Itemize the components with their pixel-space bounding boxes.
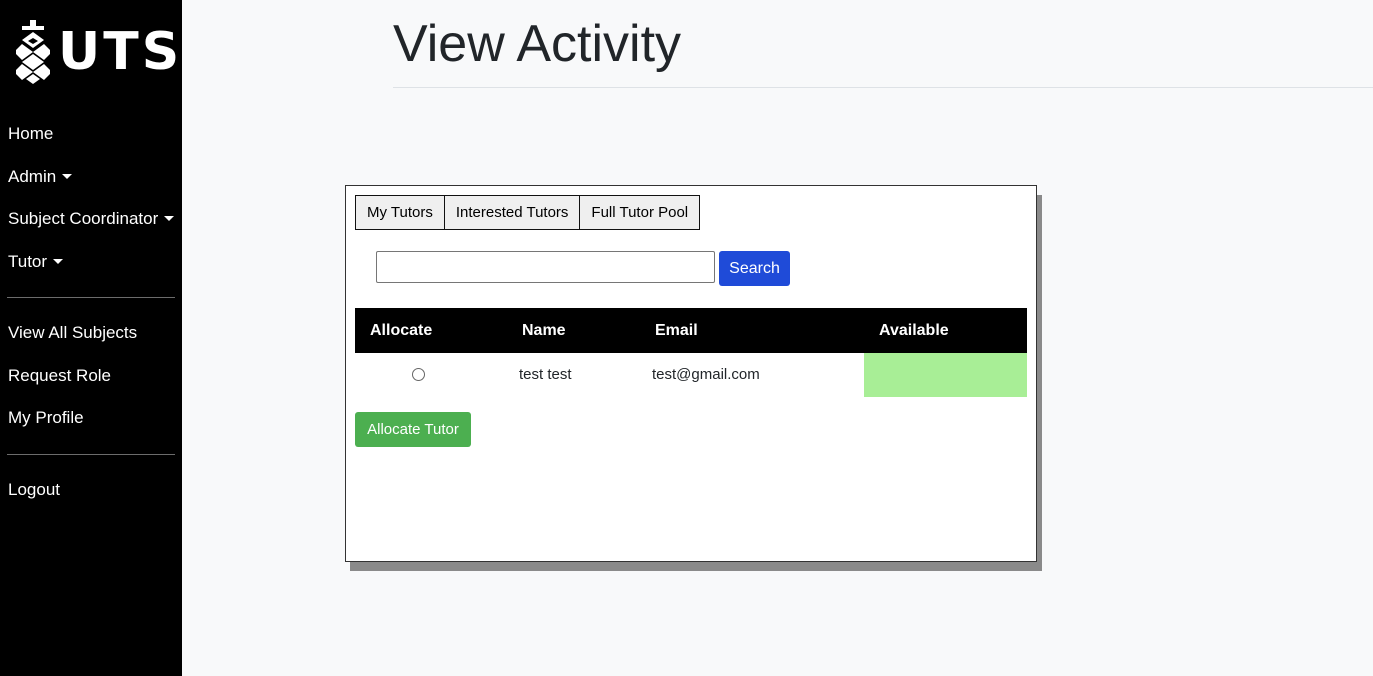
tutor-name: test test bbox=[519, 366, 572, 383]
sidebar-item-label: View All Subjects bbox=[8, 323, 138, 342]
allocate-radio[interactable] bbox=[412, 368, 425, 381]
sidebar: UTS Home Admin Subject Coordinator Tutor… bbox=[0, 0, 182, 676]
sidebar-divider bbox=[7, 297, 175, 298]
sidebar-divider bbox=[7, 453, 175, 455]
sidebar-item-my-profile[interactable]: My Profile bbox=[0, 397, 182, 440]
tab-full-tutor-pool[interactable]: Full Tutor Pool bbox=[579, 195, 701, 230]
search-button[interactable]: Search bbox=[719, 251, 790, 286]
title-divider bbox=[393, 87, 1373, 88]
allocate-tutor-button[interactable]: Allocate Tutor bbox=[355, 412, 471, 447]
table-header: Allocate Name Email Available bbox=[355, 308, 1027, 353]
sidebar-item-logout[interactable]: Logout bbox=[0, 469, 182, 512]
tutor-table: Allocate Name Email Available test test … bbox=[355, 308, 1027, 397]
uts-emblem-icon bbox=[16, 20, 50, 84]
sidebar-item-request-role[interactable]: Request Role bbox=[0, 355, 182, 398]
sidebar-item-subject-coordinator[interactable]: Subject Coordinator bbox=[0, 198, 182, 241]
sidebar-item-home[interactable]: Home bbox=[0, 113, 182, 156]
column-header-name: Name bbox=[522, 322, 566, 339]
caret-down-icon bbox=[62, 173, 73, 179]
search-input[interactable] bbox=[376, 251, 715, 283]
tutor-allocation-panel: My Tutors Interested Tutors Full Tutor P… bbox=[345, 185, 1037, 562]
sidebar-item-label: Home bbox=[8, 124, 54, 143]
tutor-email: test@gmail.com bbox=[652, 366, 760, 383]
logo-text: UTS bbox=[58, 22, 183, 82]
availability-indicator bbox=[864, 353, 1027, 397]
sidebar-item-label: Logout bbox=[8, 479, 60, 499]
column-header-email: Email bbox=[655, 322, 698, 339]
sidebar-item-label: Admin bbox=[8, 166, 57, 186]
tab-interested-tutors[interactable]: Interested Tutors bbox=[443, 195, 581, 230]
column-header-available: Available bbox=[879, 322, 949, 339]
sidebar-item-label: Tutor bbox=[8, 251, 48, 271]
sidebar-item-label: My Profile bbox=[8, 408, 84, 427]
sidebar-item-view-all-subjects[interactable]: View All Subjects bbox=[0, 312, 182, 355]
sidebar-item-label: Request Role bbox=[8, 365, 112, 385]
page-title: View Activity bbox=[393, 15, 682, 73]
table-row: test test test@gmail.com bbox=[355, 353, 1027, 397]
tab-my-tutors[interactable]: My Tutors bbox=[355, 195, 445, 230]
sidebar-nav: Home Admin Subject Coordinator Tutor Vie… bbox=[0, 113, 182, 511]
caret-down-icon bbox=[53, 258, 64, 264]
column-header-allocate: Allocate bbox=[370, 322, 433, 339]
uts-logo[interactable]: UTS bbox=[16, 20, 182, 84]
tutor-tabs: My Tutors Interested Tutors Full Tutor P… bbox=[355, 195, 701, 230]
caret-down-icon bbox=[164, 216, 175, 221]
sidebar-item-tutor[interactable]: Tutor bbox=[0, 241, 182, 284]
sidebar-item-admin[interactable]: Admin bbox=[0, 156, 182, 199]
sidebar-item-label: Subject Coordinator bbox=[8, 209, 159, 228]
